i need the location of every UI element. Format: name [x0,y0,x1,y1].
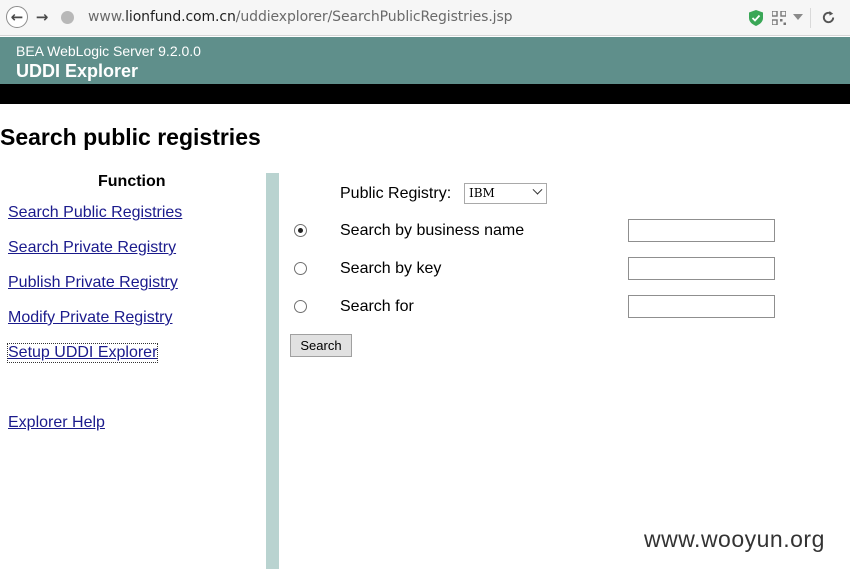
search-for-input[interactable] [628,295,775,318]
radio-search-by-business-name[interactable] [294,224,307,237]
sidebar-divider [266,173,279,569]
sidebar-link-search-public-registries[interactable]: Search Public Registries [8,204,182,222]
reload-icon[interactable] [821,10,836,25]
sidebar-link-explorer-help[interactable]: Explorer Help [8,414,105,432]
url-path: /uddiexplorer/SearchPublicRegistries.jsp [235,9,513,25]
option-label-business-name: Search by business name [340,222,525,239]
registry-selected-value: IBM [469,186,495,200]
key-input[interactable] [628,257,775,280]
sidebar-link-modify-private-registry[interactable]: Modify Private Registry [8,309,173,327]
product-version: BEA WebLogic Server 9.2.0.0 [16,43,201,59]
radio-search-by-key[interactable] [294,262,307,275]
search-button[interactable]: Search [290,334,352,357]
address-bar[interactable]: www.lionfund.com.cn/uddiexplorer/SearchP… [88,9,513,25]
browser-toolbar: ← → www.lionfund.com.cn/uddiexplorer/Sea… [0,0,850,36]
sidebar-link-publish-private-registry[interactable]: Publish Private Registry [8,274,178,292]
sidebar-heading: Function [98,173,166,190]
back-button[interactable]: ← [6,6,28,28]
sidebar-link-setup-uddi-explorer[interactable]: Setup UDDI Explorer [6,343,159,363]
url-domain: lionfund.com.cn [125,9,236,25]
site-info-icon[interactable] [61,11,74,24]
shield-icon[interactable] [749,10,763,26]
sidebar-link-search-private-registry[interactable]: Search Private Registry [8,239,176,257]
business-name-input[interactable] [628,219,775,242]
qr-code-icon[interactable] [772,11,786,25]
page-title: Search public registries [0,124,261,150]
option-label-key: Search by key [340,260,442,277]
forward-button[interactable]: → [31,6,53,28]
header-divider-band [0,84,850,104]
arrow-right-icon: → [35,8,49,26]
url-prefix: www. [88,9,126,25]
arrow-left-icon: ← [10,8,24,26]
registry-label: Public Registry: [340,185,452,202]
toolbar-divider [810,8,811,28]
app-header: BEA WebLogic Server 9.2.0.0 UDDI Explore… [0,37,850,84]
registry-select[interactable]: IBM [464,183,547,204]
chevron-down-icon[interactable] [793,14,803,20]
option-label-search-for: Search for [340,298,414,315]
watermark: www.wooyun.org [644,526,825,552]
chevron-down-icon [532,184,543,195]
radio-search-for[interactable] [294,300,307,313]
app-title: UDDI Explorer [16,61,139,81]
